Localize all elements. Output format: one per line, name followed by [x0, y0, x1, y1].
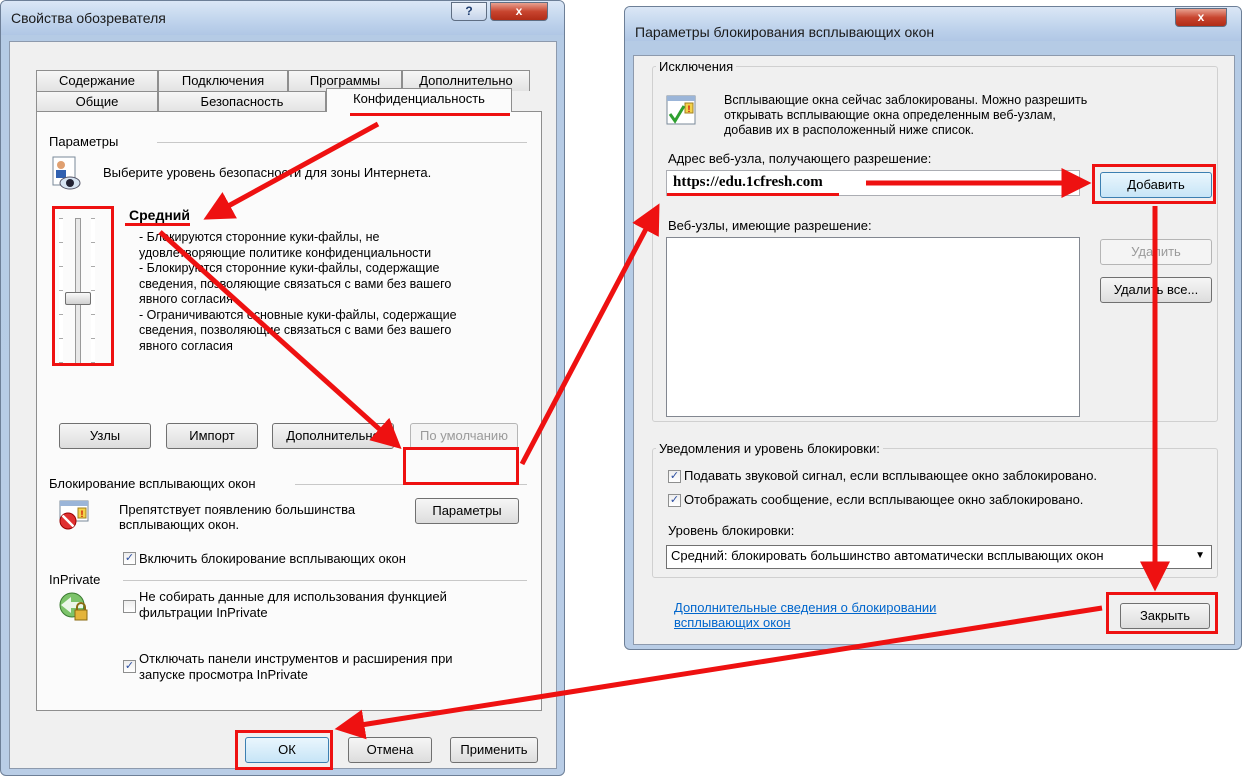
import-button[interactable]: Импорт — [166, 423, 258, 449]
level-line: сведения, позволяющие связаться с вами б… — [139, 323, 452, 337]
privacy-panel: Параметры Выберите уровень безопасности … — [36, 111, 542, 711]
address-underline — [667, 193, 839, 196]
popup-description-2: всплывающих окон. — [119, 517, 240, 532]
sites-button[interactable]: Узлы — [59, 423, 151, 449]
privacy-eye-icon — [52, 156, 81, 190]
help-button[interactable]: ? — [451, 2, 487, 21]
dialog-client: Содержание Подключения Программы Дополни… — [9, 41, 557, 769]
close-button[interactable]: x — [1175, 8, 1227, 27]
address-input-value: https://edu.1cfresh.com — [673, 174, 823, 190]
exceptions-group-title: Исключения — [656, 59, 737, 74]
cancel-button[interactable]: Отмена — [348, 737, 432, 763]
message-label[interactable]: Отображать сообщение, если всплывающее о… — [684, 492, 1083, 507]
tab-connections[interactable]: Подключения — [158, 70, 288, 91]
block-level-select[interactable]: Средний: блокировать большинство автомат… — [666, 545, 1212, 569]
allowed-sites-list[interactable] — [666, 237, 1080, 417]
disable-toolbars-label-2[interactable]: запуске просмотра InPrivate — [139, 667, 308, 682]
block-level-value: Средний: блокировать большинство автомат… — [671, 548, 1104, 563]
slider-ticks-left — [59, 218, 63, 366]
dialog-client: Исключения ! Всплывающие окна сейчас заб… — [633, 55, 1235, 645]
remove-all-button[interactable]: Удалить все... — [1100, 277, 1212, 303]
inprivate-filter-label-2[interactable]: фильтрации InPrivate — [139, 605, 268, 620]
inprivate-filter-label-1[interactable]: Не собирать данные для использования фун… — [139, 589, 447, 604]
level-title-underline — [125, 223, 190, 226]
inprivate-group-title: InPrivate — [49, 572, 101, 587]
level-line: - Ограничиваются основные куки-файлы, со… — [139, 307, 457, 322]
sound-checkbox[interactable]: ✓ — [668, 470, 681, 483]
params-group-title: Параметры — [49, 134, 119, 149]
info-line-2: открывать всплывающие окна определенным … — [724, 108, 1056, 122]
svg-text:!: ! — [688, 104, 691, 114]
popup-blocker-settings-dialog: Параметры блокирования всплывающих окон … — [624, 6, 1242, 650]
sound-label[interactable]: Подавать звуковой сигнал, если всплывающ… — [684, 468, 1097, 483]
tab-security[interactable]: Безопасность — [158, 91, 326, 112]
disable-toolbars-label-1[interactable]: Отключать панели инструментов и расширен… — [139, 651, 453, 666]
allowed-sites-label: Веб-узлы, имеющие разрешение: — [668, 218, 872, 233]
tab-privacy[interactable]: Конфиденциальность — [326, 88, 512, 112]
popup-blocked-icon: ! — [59, 500, 89, 530]
enable-popup-blocker-label[interactable]: Включить блокирование всплывающих окон — [139, 551, 406, 566]
privacy-level-slider[interactable] — [51, 212, 107, 368]
level-line: удовлетворяющие политике конфиденциально… — [139, 245, 432, 260]
privacy-tab-underline — [350, 113, 510, 116]
params-separator — [157, 142, 527, 143]
level-line: сведения, позволяющие связаться с вами б… — [139, 276, 452, 291]
notifications-group-title: Уведомления и уровень блокировки: — [656, 441, 883, 456]
popup-group-title: Блокирование всплывающих окон — [49, 476, 256, 491]
popup-separator — [295, 484, 527, 485]
popup-allowed-icon: ! — [666, 95, 696, 125]
inprivate-icon — [59, 592, 88, 621]
info-line-3: добавив их в расположенный ниже список. — [724, 123, 974, 137]
level-line: явного согласия — [139, 292, 233, 306]
default-button[interactable]: По умолчанию — [410, 423, 518, 449]
close-button[interactable]: x — [490, 2, 548, 21]
address-label: Адрес веб-узла, получающего разрешение: — [668, 151, 932, 166]
add-button[interactable]: Добавить — [1100, 172, 1212, 198]
dialog-title: Параметры блокирования всплывающих окон — [635, 24, 935, 40]
block-level-label: Уровень блокировки: — [668, 523, 795, 538]
title-bar[interactable]: Параметры блокирования всплывающих окон … — [625, 7, 1241, 41]
zone-description: Выберите уровень безопасности для зоны И… — [103, 165, 432, 180]
ok-button[interactable]: ОК — [245, 737, 329, 763]
inprivate-separator — [123, 580, 527, 581]
more-info-link-1[interactable]: Дополнительные сведения о блокировании — [674, 600, 936, 615]
apply-button[interactable]: Применить — [450, 737, 538, 763]
chevron-down-icon[interactable]: ▼ — [1195, 546, 1205, 566]
popup-params-button[interactable]: Параметры — [415, 498, 519, 524]
inprivate-filter-checkbox[interactable]: ✓ — [123, 600, 136, 613]
level-line: - Блокируются сторонние куки-файлы, не — [139, 230, 380, 244]
info-line-1: Всплывающие окна сейчас заблокированы. М… — [724, 93, 1088, 107]
level-line: - Блокируются сторонние куки-файлы, соде… — [139, 261, 440, 275]
more-info-link-2[interactable]: всплывающих окон — [674, 615, 791, 630]
close-dialog-button[interactable]: Закрыть — [1120, 603, 1210, 629]
privacy-level-title: Средний — [129, 207, 191, 223]
disable-toolbars-checkbox[interactable]: ✓ — [123, 660, 136, 673]
remove-button[interactable]: Удалить — [1100, 239, 1212, 265]
tab-content[interactable]: Содержание — [36, 70, 158, 91]
internet-options-dialog: Свойства обозревателя ? x Содержание Под… — [0, 0, 565, 776]
popup-description-1: Препятствует появлению большинства — [119, 502, 356, 517]
svg-text:!: ! — [81, 509, 84, 519]
dialog-title: Свойства обозревателя — [11, 10, 166, 26]
slider-thumb[interactable] — [65, 292, 91, 305]
level-line: явного согласия — [139, 338, 233, 353]
message-checkbox[interactable]: ✓ — [668, 494, 681, 507]
enable-popup-blocker-checkbox[interactable]: ✓ — [123, 552, 136, 565]
title-bar[interactable]: Свойства обозревателя ? x — [1, 1, 564, 35]
privacy-level-description: - Блокируются сторонние куки-файлы, не у… — [139, 230, 457, 354]
tab-general[interactable]: Общие — [36, 91, 158, 112]
advanced-button[interactable]: Дополнительно — [272, 423, 394, 449]
slider-ticks-right — [91, 218, 95, 366]
